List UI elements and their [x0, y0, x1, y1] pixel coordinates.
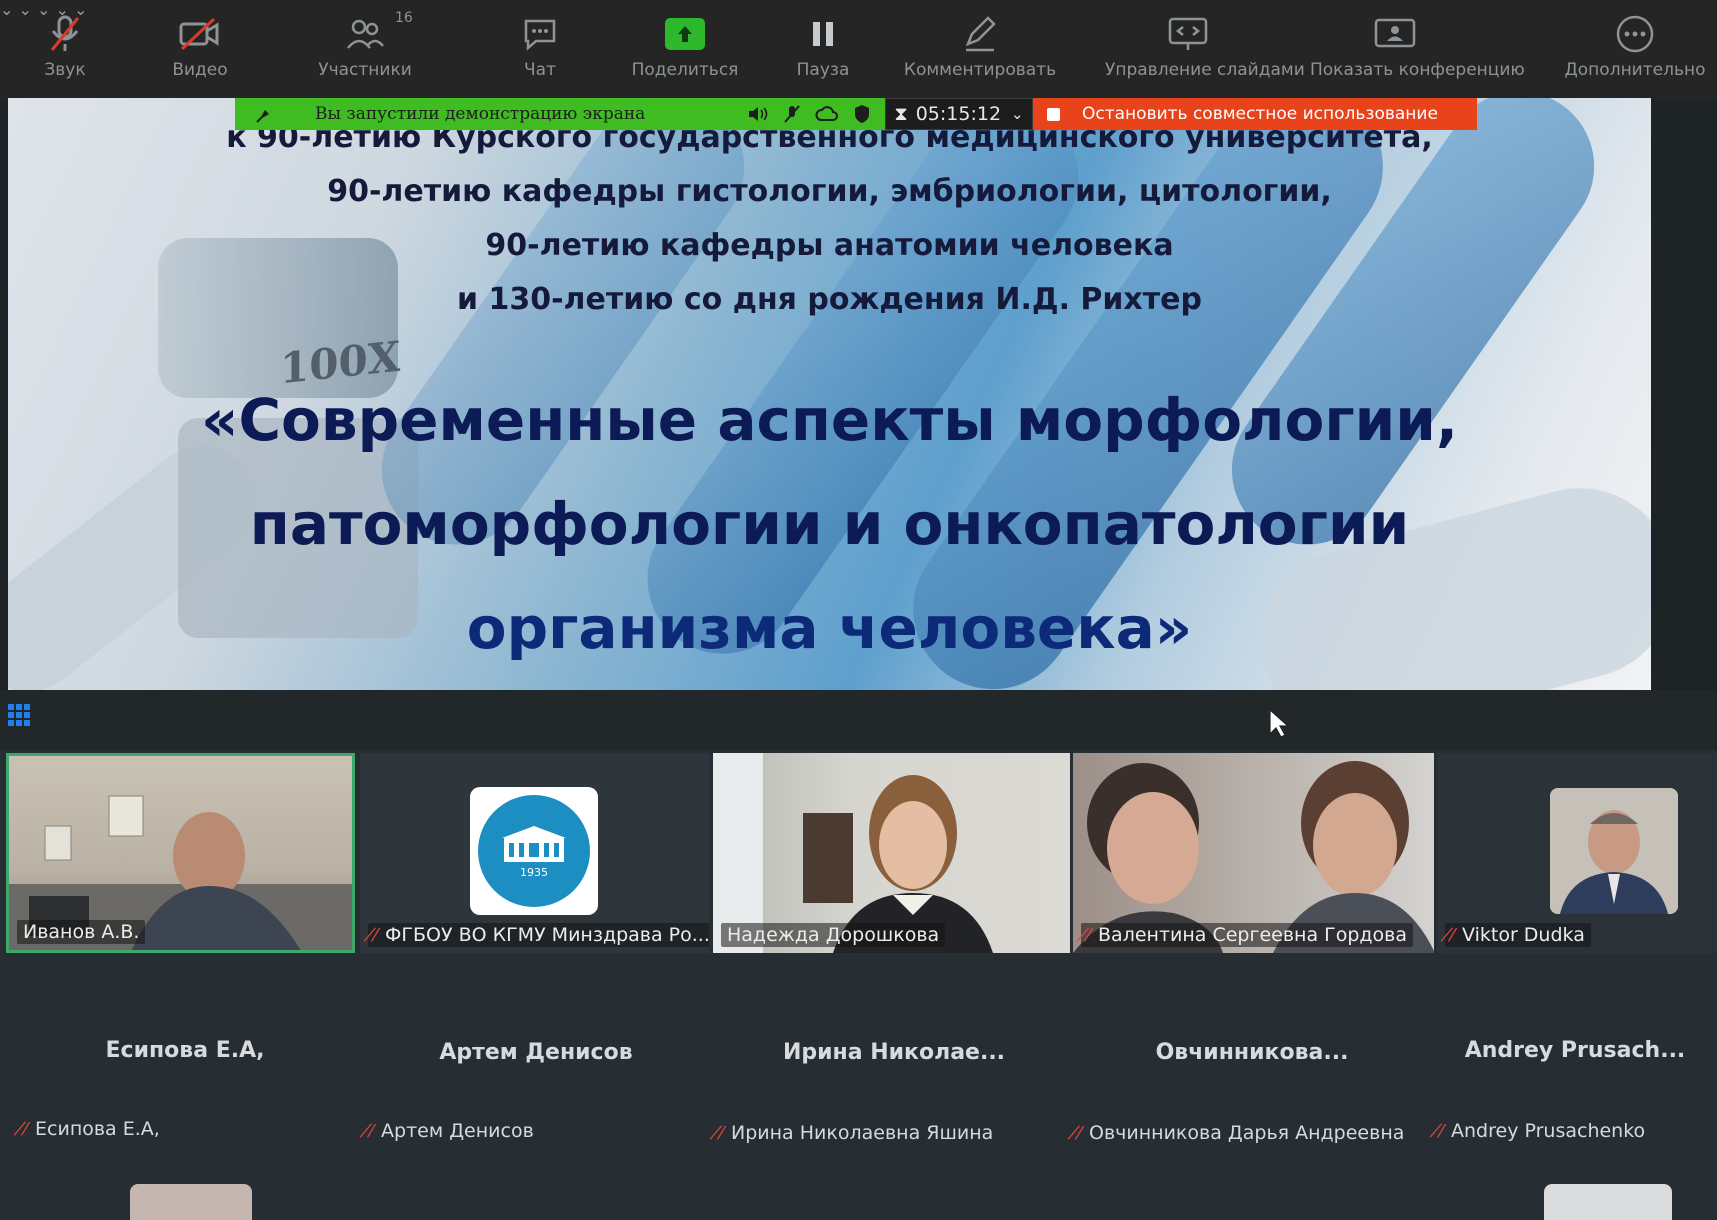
participant-tile[interactable]: ⁄̸ Viktor Dudka	[1437, 753, 1717, 953]
participant-name-label[interactable]: ⁄̸ Ирина Николаевна Яшина	[720, 1122, 993, 1144]
participant-name: Ирина Николаевна Яшина	[731, 1122, 994, 1144]
participant-display-name: Овчинникова...	[1155, 1040, 1349, 1065]
avatar-photo	[1550, 788, 1678, 914]
participant-tile[interactable]: ⁄̸ Валентина Сергеевна Гордова	[1073, 753, 1434, 953]
participants-icon	[347, 19, 384, 49]
mic-muted-icon: ⁄̸	[1440, 1121, 1444, 1142]
participant-avatar	[130, 1184, 252, 1220]
pause-label: Пауза	[796, 60, 850, 80]
participants-gallery: Иванов А.В. 1935 ⁄̸ ФГБОУ ВО КГМУ Минздра…	[0, 750, 1717, 1220]
mic-muted-icon	[50, 15, 80, 51]
participant-name: Валентина Сергеевна Гордова	[1098, 924, 1408, 946]
participant-name-label: ⁄̸ Валентина Сергеевна Гордова	[1081, 923, 1414, 947]
participants-count: 16	[395, 10, 413, 26]
cloud-icon[interactable]	[815, 105, 839, 123]
shield-icon[interactable]	[853, 104, 871, 124]
participant-tile[interactable]: Надежда Дорошкова	[713, 753, 1070, 953]
participant-tile[interactable]: Иванов А.В.	[6, 753, 355, 953]
stop-square-icon	[1047, 107, 1060, 121]
gallery-view-icon[interactable]	[8, 704, 30, 726]
chat-label: Чат	[524, 60, 556, 80]
gallery-header-strip	[0, 690, 1717, 750]
participant-display-name: Andrey Prusach...	[1464, 1038, 1686, 1063]
slide-subtitle-line-3: 90-летию кафедры анатомии человека	[485, 228, 1174, 263]
participants-button[interactable]: Участники	[285, 8, 445, 80]
annotate-button[interactable]: Комментировать	[900, 8, 1060, 80]
hourglass-icon: ⧗	[894, 103, 908, 125]
participant-name-label[interactable]: ⁄̸ Овчинникова Дарья Андреевна	[1078, 1122, 1404, 1144]
mic-muted-icon: ⁄̸	[24, 1119, 28, 1140]
slide-title-line-3: организма человека»	[466, 594, 1193, 662]
mouse-cursor-icon	[1269, 708, 1290, 738]
participant-name: Andrey Prusachenko	[1451, 1120, 1646, 1142]
video-label: Видео	[172, 60, 228, 80]
mic-muted-icon: ⁄̸	[1451, 925, 1455, 946]
camera-off-icon	[179, 17, 219, 51]
participant-name: Артем Денисов	[381, 1120, 534, 1142]
slide-subtitle-line-2: 90-летию кафедры гистологии, эмбриологии…	[327, 174, 1332, 209]
slide-title-line-2: патоморфологии и онкопатологии	[249, 490, 1410, 558]
mic-muted-icon: ⁄̸	[720, 1123, 724, 1144]
slide-title-line-1: «Современные аспекты морфологии,	[201, 386, 1458, 454]
building-icon	[502, 825, 566, 862]
meeting-toolbar: Звук ⌄ Видео ⌄ Участники 16 ⌄ Чат ⌄ Поде…	[0, 0, 1717, 100]
participant-name: Иванов А.В.	[17, 920, 146, 944]
stop-share-label: Остановить совместное использование	[1082, 104, 1438, 124]
university-logo: 1935	[470, 787, 598, 915]
chat-button[interactable]: Чат	[460, 8, 620, 80]
share-timer[interactable]: ⧗ 05:15:12 ⌄	[885, 98, 1033, 130]
share-label: Поделиться	[631, 60, 739, 80]
timer-value: 05:15:12	[915, 103, 1002, 125]
chat-icon	[524, 19, 556, 51]
more-button[interactable]: Дополнительно	[1555, 8, 1715, 80]
participant-name-label: ⁄̸ ФГБОУ ВО КГМУ Минздрава Ро...	[368, 923, 709, 947]
participant-avatar	[1550, 788, 1678, 914]
share-status-text: Вы запустили демонстрацию экрана	[315, 104, 646, 124]
participant-name: Овчинникова Дарья Андреевна	[1089, 1122, 1405, 1144]
more-label: Дополнительно	[1564, 60, 1706, 80]
pause-button[interactable]: Пауза	[743, 8, 903, 80]
mic-muted-icon: ⁄̸	[374, 925, 378, 946]
participant-name-label[interactable]: ⁄̸ Есипова Е.А,	[24, 1118, 160, 1140]
timer-chevron-down-icon: ⌄	[1011, 105, 1024, 123]
show-conference-icon	[1374, 18, 1416, 48]
stop-share-button[interactable]: Остановить совместное использование	[1033, 98, 1477, 130]
participant-display-name: Ирина Николае...	[782, 1040, 1006, 1065]
participants-label: Участники	[318, 60, 412, 80]
more-icon	[1616, 15, 1654, 53]
mic-muted-small-icon[interactable]	[783, 104, 801, 124]
participant-name-label: ⁄̸ Viktor Dudka	[1445, 923, 1591, 947]
participant-name: Есипова Е.А,	[35, 1118, 160, 1140]
mic-muted-icon: ⁄̸	[370, 1121, 374, 1142]
share-button[interactable]: Поделиться	[605, 8, 765, 80]
participant-name-label[interactable]: ⁄̸ Артем Денисов	[370, 1120, 534, 1142]
slides-control-label: Управление слайдами	[1105, 60, 1305, 80]
pin-icon[interactable]	[247, 102, 281, 126]
share-status-area: Вы запустили демонстрацию экрана	[235, 98, 885, 130]
participant-display-name: Артем Денисов	[439, 1040, 633, 1065]
annotate-label: Комментировать	[903, 60, 1057, 80]
speaker-icon[interactable]	[747, 104, 769, 124]
slides-control-icon	[1168, 17, 1207, 50]
participant-name-label[interactable]: ⁄̸ Andrey Prusachenko	[1440, 1120, 1645, 1142]
mic-muted-icon: ⁄̸	[1078, 1123, 1082, 1144]
share-arrow-icon	[665, 18, 705, 50]
pause-icon	[813, 22, 833, 46]
slides-control-button[interactable]: Управление слайдами	[1105, 8, 1305, 80]
participant-display-name: Есипова Е.А,	[105, 1038, 265, 1063]
logo-year: 1935	[520, 865, 548, 879]
shared-slide: 100X к 90-летию Курского государственног…	[8, 98, 1651, 690]
slide-subtitle-line-4: и 130-летию со дня рождения И.Д. Рихтер	[457, 282, 1202, 317]
show-conference-button[interactable]: Показать конференцию	[1310, 8, 1525, 80]
participant-name: Надежда Дорошкова	[721, 923, 946, 947]
participant-name: Viktor Dudka	[1462, 924, 1585, 946]
mic-muted-icon: ⁄̸	[1087, 925, 1091, 946]
video-button[interactable]: Видео	[120, 8, 280, 80]
pencil-icon	[965, 16, 996, 52]
show-conference-label: Показать конференцию	[1310, 60, 1525, 80]
participant-name: ФГБОУ ВО КГМУ Минздрава Ро...	[385, 924, 709, 946]
participant-avatar	[1544, 1184, 1672, 1220]
screen-share-bar: Вы запустили демонстрацию экрана ⧗ 05:15…	[235, 98, 1477, 130]
participant-tile[interactable]: 1935 ⁄̸ ФГБОУ ВО КГМУ Минздрава Ро...	[360, 753, 709, 953]
